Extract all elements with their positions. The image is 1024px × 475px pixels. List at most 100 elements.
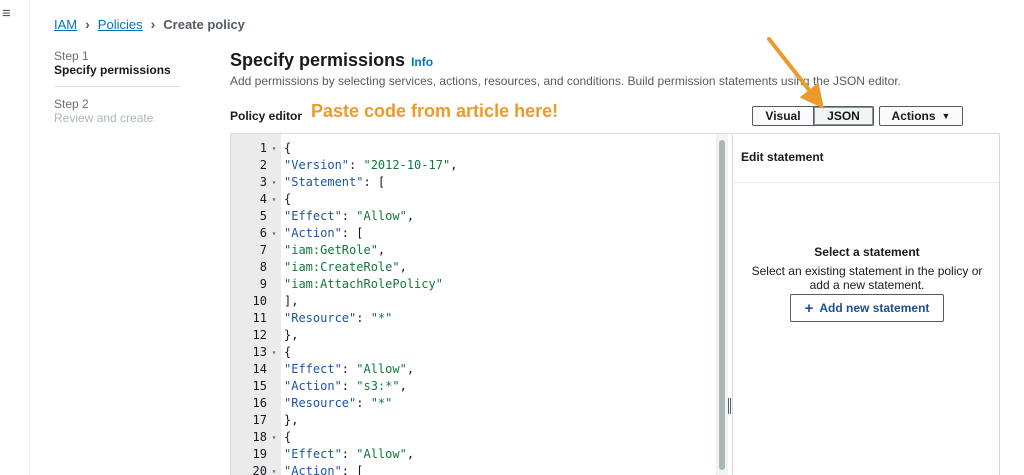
code-text: "Action": "s3:*", — [284, 379, 407, 393]
wizard-steps: Step 1 Specify permissions Step 2 Review… — [54, 50, 182, 125]
info-link[interactable]: Info — [411, 55, 433, 69]
fold-toggle-icon[interactable]: ▾ — [267, 191, 281, 208]
code-text: "Action": [ — [284, 226, 364, 240]
line-number: 5 — [259, 209, 267, 223]
fold-toggle-icon[interactable]: ▾ — [267, 344, 281, 361]
policy-editor-label: Policy editor — [230, 109, 303, 123]
code-line: 18 ▾{ — [231, 429, 457, 446]
code-line: 9 "iam:AttachRolePolicy" — [231, 276, 457, 293]
line-number: 6 — [259, 226, 267, 240]
editor-mode-toolbar: Visual JSON Actions ▼ — [752, 106, 963, 126]
fold-toggle-icon[interactable]: ▾ — [267, 225, 281, 242]
code-text: { — [284, 345, 292, 359]
line-number: 8 — [259, 260, 267, 274]
step-1: Step 1 Specify permissions — [54, 49, 182, 78]
code-line: 8 "iam:CreateRole", — [231, 259, 457, 276]
code-text: "iam:AttachRolePolicy" — [284, 277, 443, 291]
select-statement-text: Select an existing statement in the poli… — [751, 264, 983, 292]
code-text: }, — [284, 328, 299, 342]
fold-toggle-icon[interactable]: ▾ — [267, 463, 281, 475]
scrollbar-thumb[interactable] — [719, 140, 725, 470]
step-1-label: Step 1 — [54, 49, 89, 63]
json-code-editor[interactable]: 1 ▾{2 "Version": "2012-10-17", 3 ▾ "Statement… — [230, 133, 731, 475]
code-line: 10], — [231, 293, 457, 310]
step-divider — [54, 86, 180, 87]
edit-statement-panel: Edit statement Select a statement Select… — [732, 133, 1000, 475]
code-text: "Statement": [ — [284, 175, 386, 189]
code-text: ], — [284, 294, 299, 308]
actions-button[interactable]: Actions ▼ — [879, 106, 963, 126]
line-number: 15 — [252, 379, 267, 393]
code-text: "iam:CreateRole", — [284, 260, 407, 274]
breadcrumb: IAM › Policies › Create policy — [54, 16, 245, 32]
code-text: }, — [284, 413, 299, 427]
breadcrumb-link-iam[interactable]: IAM — [54, 17, 77, 32]
code-line: 5 "Effect": "Allow", — [231, 208, 457, 225]
actions-label: Actions — [891, 109, 936, 123]
line-number: 18 — [252, 430, 267, 444]
line-number: 3 — [259, 175, 267, 189]
code-line: 12}, — [231, 327, 457, 344]
code-line: 15 "Action": "s3:*", — [231, 378, 457, 395]
line-number: 14 — [252, 362, 267, 376]
add-new-statement-button[interactable]: + Add new statement — [790, 294, 944, 322]
visual-button[interactable]: Visual — [752, 106, 814, 126]
code-text: "Effect": "Allow", — [284, 447, 415, 461]
fold-toggle-icon[interactable]: ▾ — [267, 140, 281, 157]
code-line: 1 ▾{ — [231, 140, 457, 157]
step-2-title: Review and create — [54, 111, 154, 125]
line-number: 16 — [252, 396, 267, 410]
line-number: 10 — [252, 294, 267, 308]
breadcrumb-link-policies[interactable]: Policies — [98, 17, 143, 32]
select-statement-title: Select a statement — [814, 245, 920, 259]
step-2: Step 2 Review and create — [54, 97, 182, 126]
edit-statement-heading: Edit statement — [733, 134, 999, 183]
code-line: 6 ▾ "Action": [ — [231, 225, 457, 242]
plus-icon: + — [804, 299, 814, 317]
line-number: 17 — [252, 413, 267, 427]
line-number: 20 — [252, 464, 267, 475]
code-line: 2 "Version": "2012-10-17", — [231, 157, 458, 174]
code-line: 19 "Effect": "Allow", — [231, 446, 457, 463]
page-title-text: Specify permissions — [230, 50, 406, 70]
code-line: 13 ▾{ — [231, 344, 457, 361]
fold-toggle-icon[interactable]: ▾ — [267, 174, 281, 191]
code-text: { — [284, 192, 292, 206]
line-number: 9 — [259, 277, 267, 291]
code-text: "Action": [ — [284, 464, 364, 475]
chevron-right-icon: › — [85, 16, 90, 32]
line-number: 2 — [259, 158, 267, 172]
code-text: "iam:GetRole", — [284, 243, 386, 257]
code-text: "Effect": "Allow", — [284, 209, 415, 223]
hamburger-icon[interactable]: ≡ — [2, 6, 11, 21]
code-text: "Version": "2012-10-17", — [284, 158, 458, 172]
code-line: 16 "Resource": "*" — [231, 395, 457, 412]
page-description: Add permissions by selecting services, a… — [230, 74, 901, 88]
json-button[interactable]: JSON — [814, 106, 874, 126]
line-number: 11 — [252, 311, 267, 325]
resize-handle[interactable] — [728, 398, 731, 414]
code-lines: 1 ▾{2 "Version": "2012-10-17", 3 ▾ "Statement… — [231, 140, 458, 475]
code-text: { — [284, 141, 292, 155]
code-text: "Resource": "*" — [284, 396, 393, 410]
breadcrumb-current: Create policy — [163, 16, 245, 32]
caret-down-icon: ▼ — [941, 111, 951, 121]
line-number: 7 — [259, 243, 267, 257]
fold-toggle-icon[interactable]: ▾ — [267, 429, 281, 446]
step-2-label: Step 2 — [54, 97, 89, 111]
code-line: 4 ▾{ — [231, 191, 457, 208]
annotation-text: Paste code from article here! — [311, 101, 559, 121]
page-title: Specify permissions Info — [230, 50, 433, 71]
code-line: 3 ▾ "Statement": [ — [231, 174, 457, 191]
code-text: { — [284, 430, 292, 444]
code-text: "Effect": "Allow", — [284, 362, 415, 376]
editor-scrollbar[interactable] — [716, 134, 728, 475]
